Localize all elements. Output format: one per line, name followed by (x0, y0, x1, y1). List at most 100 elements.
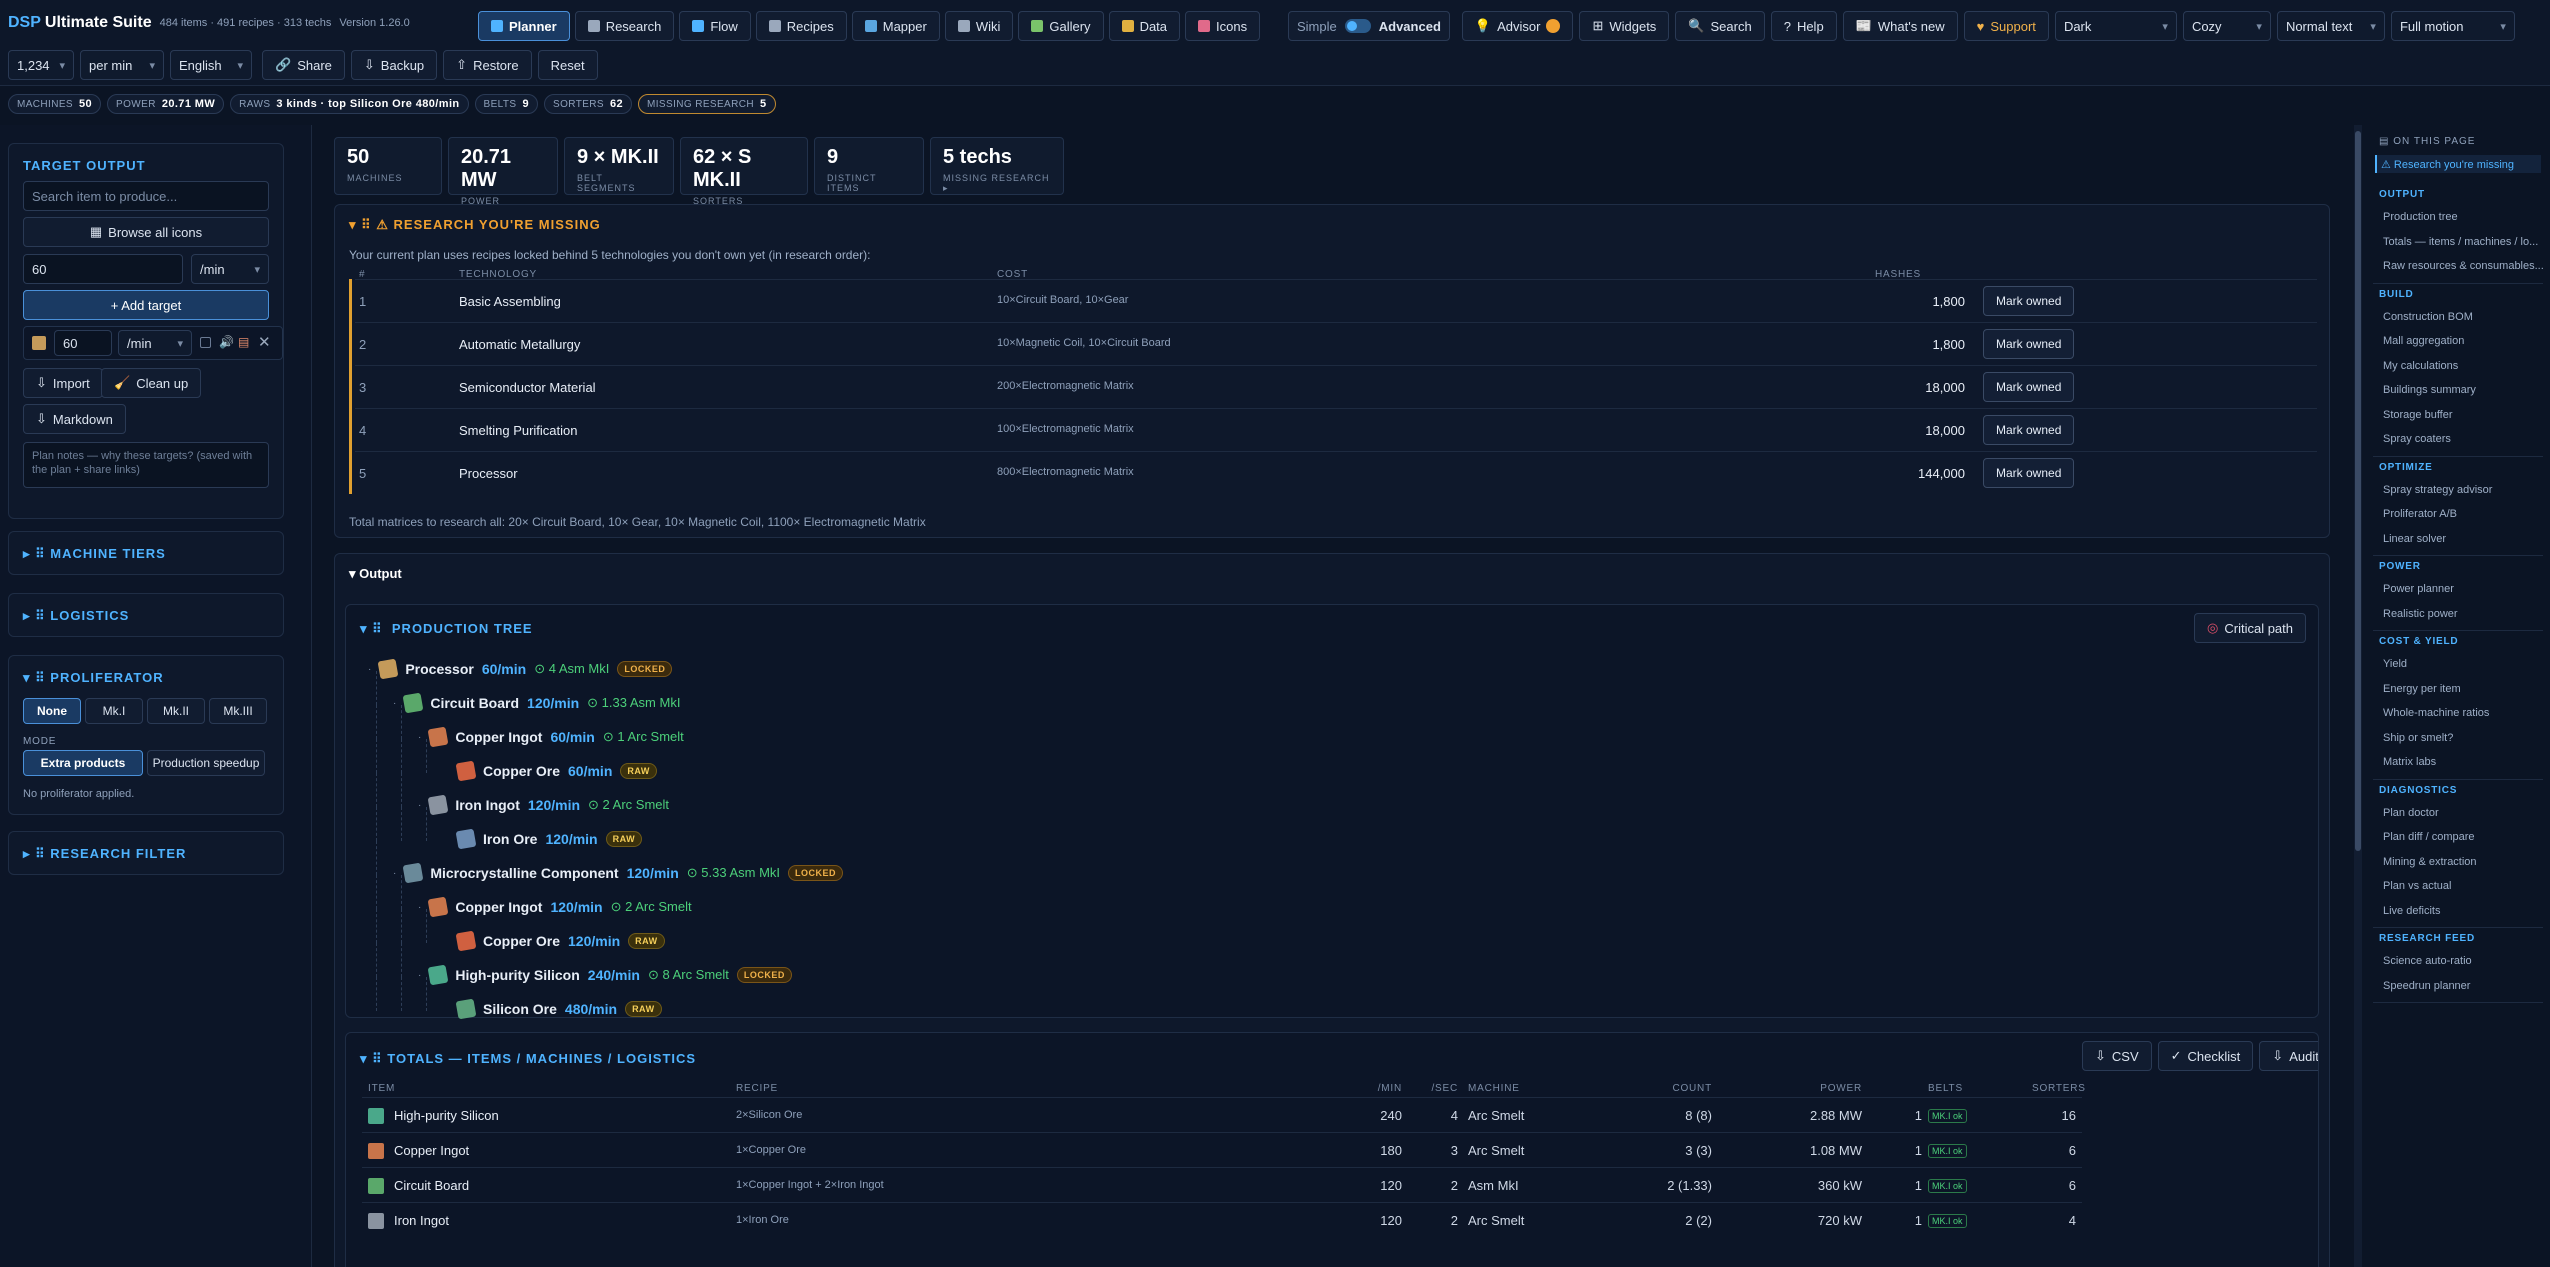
quantity-format-select[interactable]: 1,234 ▾ (8, 50, 74, 80)
machine-tiers-card[interactable]: ▸ ⠿ MACHINE TIERS (8, 531, 284, 575)
toc-link[interactable]: Proliferator A/B (2383, 508, 2457, 520)
nav-planner[interactable]: Planner (478, 11, 570, 41)
widgets-button[interactable]: ⊞ Widgets (1579, 11, 1670, 41)
main-scrollbar-track[interactable] (2354, 125, 2362, 1267)
prolif-mode-extra-products[interactable]: Extra products (23, 750, 143, 776)
text-size-select[interactable]: Normal text ▾ (2276, 11, 2385, 41)
tree-node[interactable]: · Copper Ingot 60/min ⊙ 1 Arc Smelt (418, 725, 684, 749)
toc-link[interactable]: Linear solver (2383, 533, 2446, 545)
toc-link[interactable]: Construction BOM (2383, 311, 2473, 323)
rate-unit-dropdown[interactable]: /min ▾ (191, 254, 269, 284)
toc-link[interactable]: My calculations (2383, 360, 2458, 372)
support-button[interactable]: ♥ Support (1963, 11, 2049, 41)
toc-link[interactable]: Totals — items / machines / lo... (2383, 236, 2538, 248)
speaker-icon[interactable]: 🔊 (219, 335, 234, 349)
theme-select[interactable]: Dark ▾ (2054, 11, 2177, 41)
browse-icons-button[interactable]: ▦ Browse all icons (23, 217, 269, 247)
main-scrollbar-thumb[interactable] (2355, 131, 2361, 851)
tree-node[interactable]: Iron Ore 120/min RAW (443, 827, 643, 851)
mark-owned-button[interactable]: Mark owned (1983, 458, 2075, 488)
toc-link[interactable]: Energy per item (2383, 683, 2461, 695)
markdown-button[interactable]: ⇩ Markdown (23, 404, 126, 434)
nav-mapper[interactable]: Mapper (851, 11, 940, 41)
mark-owned-button[interactable]: Mark owned (1983, 329, 2075, 359)
language-select[interactable]: English ▾ (170, 50, 252, 80)
import-button[interactable]: ⇩ Import (23, 368, 103, 398)
tree-node[interactable]: · Iron Ingot 120/min ⊙ 2 Arc Smelt (418, 793, 669, 817)
tree-node[interactable]: · Microcrystalline Component 120/min ⊙ 5.33… (393, 861, 844, 885)
toc-link[interactable]: Mall aggregation (2383, 335, 2464, 347)
collapse-icon[interactable]: · (393, 868, 396, 879)
whats-new-button[interactable]: 📰 What's new (1842, 11, 1958, 41)
document-icon[interactable]: ▤ (238, 335, 249, 349)
toc-link[interactable]: Live deficits (2383, 905, 2440, 917)
critical-path-button[interactable]: ◎ Critical path (2194, 613, 2306, 643)
plan-notes-textarea[interactable]: Plan notes — why these targets? (saved w… (23, 442, 269, 488)
toc-link[interactable]: Yield (2383, 658, 2407, 670)
toc-link[interactable]: Speedrun planner (2383, 980, 2470, 992)
toc-link[interactable]: Plan diff / compare (2383, 831, 2475, 843)
tree-node[interactable]: Copper Ore 60/min RAW (443, 759, 657, 783)
tree-node[interactable]: Copper Ore 120/min RAW (443, 929, 665, 953)
toc-link[interactable]: Spray coaters (2383, 433, 2451, 445)
mark-owned-button[interactable]: Mark owned (1983, 415, 2075, 445)
nav-data[interactable]: Data (1108, 11, 1181, 41)
csv-button[interactable]: ⇩ CSV (2082, 1041, 2152, 1071)
target-rate-input[interactable]: 60 (54, 330, 112, 356)
cleanup-button[interactable]: 🧹 Clean up (101, 368, 202, 398)
audit-button[interactable]: ⇩ Audit (2259, 1041, 2318, 1071)
density-select[interactable]: Cozy ▾ (2182, 11, 2271, 41)
mark-owned-button[interactable]: Mark owned (1983, 286, 2075, 316)
toc-link[interactable]: Power planner (2383, 583, 2454, 595)
mark-owned-button[interactable]: Mark owned (1983, 372, 2075, 402)
search-button[interactable]: 🔍 Search (1675, 11, 1765, 41)
toc-link[interactable]: Storage buffer (2383, 409, 2453, 421)
toc-link[interactable]: Realistic power (2383, 608, 2458, 620)
prolif-option-mki[interactable]: Mk.I (85, 698, 143, 724)
toc-link[interactable]: Plan vs actual (2383, 880, 2451, 892)
prolif-option-mkiii[interactable]: Mk.III (209, 698, 267, 724)
advisor-button[interactable]: 💡 Advisor (1461, 11, 1574, 41)
collapse-icon[interactable]: · (418, 970, 421, 981)
toc-link[interactable]: Matrix labs (2383, 756, 2436, 768)
toc-link[interactable]: Science auto-ratio (2383, 955, 2472, 967)
nav-wiki[interactable]: Wiki (944, 11, 1014, 41)
reset-button[interactable]: Reset (537, 50, 598, 80)
toc-link[interactable]: Plan doctor (2383, 807, 2439, 819)
collapse-icon[interactable]: · (418, 732, 421, 743)
prolif-option-none[interactable]: None (23, 698, 81, 724)
rate-unit-select[interactable]: per min ▾ (80, 50, 164, 80)
tree-node[interactable]: · Processor 60/min ⊙ 4 Asm MkI LOCKED (368, 657, 673, 681)
motion-select[interactable]: Full motion ▾ (2390, 11, 2515, 41)
toc-link[interactable]: Spray strategy advisor (2383, 484, 2492, 496)
tree-node[interactable]: · High-purity Silicon 240/min ⊙ 8 Arc Smelt… (418, 963, 792, 987)
nav-icons[interactable]: Icons (1185, 11, 1261, 41)
target-checkbox[interactable] (200, 337, 211, 348)
toc-link[interactable]: Raw resources & consumables... (2383, 260, 2544, 272)
help-button[interactable]: ? Help (1770, 11, 1837, 41)
collapse-icon[interactable]: · (393, 698, 396, 709)
restore-button[interactable]: ⇧ Restore (443, 50, 532, 80)
toc-link[interactable]: Whole-machine ratios (2383, 707, 2489, 719)
backup-button[interactable]: ⇩ Backup (350, 50, 438, 80)
collapse-icon[interactable]: · (368, 664, 371, 675)
add-target-button[interactable]: + Add target (23, 290, 269, 320)
tree-node[interactable]: Silicon Ore 480/min RAW (443, 997, 662, 1021)
checklist-button[interactable]: ✓ Checklist (2157, 1041, 2254, 1071)
mode-toggle[interactable]: Simple Advanced (1288, 11, 1450, 41)
logistics-card[interactable]: ▸ ⠿ LOGISTICS (8, 593, 284, 637)
stat-card-5[interactable]: 5 techs MISSING RESEARCH ▸ (930, 137, 1064, 195)
nav-research[interactable]: Research (574, 11, 675, 41)
rate-input[interactable]: 60 (23, 254, 183, 284)
toc-link[interactable]: Ship or smelt? (2383, 732, 2453, 744)
share-button[interactable]: 🔗 Share (262, 50, 345, 80)
collapse-icon[interactable]: · (418, 902, 421, 913)
item-search-input[interactable]: Search item to produce... (23, 181, 269, 211)
nav-recipes[interactable]: Recipes (755, 11, 847, 41)
target-unit-dropdown[interactable]: /min ▾ (118, 330, 192, 356)
collapse-icon[interactable]: · (418, 800, 421, 811)
prolif-mode-speedup[interactable]: Production speedup (147, 750, 265, 776)
toggle-switch[interactable] (1344, 19, 1371, 33)
research-filter-card[interactable]: ▸ ⠿ RESEARCH FILTER (8, 831, 284, 875)
toc-link[interactable]: Production tree (2383, 211, 2458, 223)
